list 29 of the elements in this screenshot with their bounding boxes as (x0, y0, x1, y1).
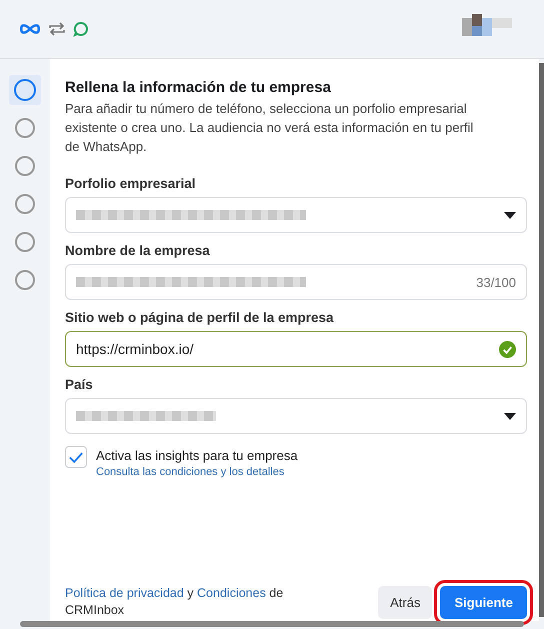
field-label: Nombre de la empresa (65, 243, 211, 258)
form-description: Para añadir tu número de teléfono, selecciona un porfolio empresarial existente o crea uno. La audiencia no verá esta información en tu perfil de WhatsApp. (65, 100, 474, 156)
caret-icon (504, 412, 516, 420)
privacy-link[interactable]: Política de privacidad (65, 586, 184, 600)
dropdown-field[interactable] (65, 197, 527, 233)
field-label: País (65, 377, 94, 392)
character-counter: 33/100 (476, 274, 516, 290)
swap-arrows-icon (48, 21, 66, 37)
next-button[interactable]: Siguiente (440, 586, 527, 618)
terms-link[interactable]: Consulta las condiciones y los detalles (96, 466, 298, 478)
legal-text: Política de privacidad y Condiciones de CRMInbox (65, 585, 284, 619)
back-button[interactable]: Atrás (378, 586, 432, 618)
infinity-logo-icon (18, 22, 42, 36)
scrollbar[interactable] (539, 63, 544, 617)
caret-icon (504, 212, 516, 218)
input-field[interactable]: https://crminbox.io/ (65, 331, 527, 367)
chat-bubble-icon (72, 20, 90, 38)
checkbox-label: Activa las insights para tu empresa (96, 448, 298, 463)
form-heading: Rellena la información de tu empresa (65, 79, 332, 96)
checkmark-icon (69, 452, 83, 462)
check-circle-icon (499, 340, 516, 358)
terms-link[interactable]: Condiciones (197, 586, 266, 600)
dropdown-field[interactable] (65, 398, 527, 434)
checkbox[interactable] (65, 446, 87, 468)
field-label: Sitio web o página de perfil de la empresa (65, 310, 335, 325)
step-indicator[interactable] (9, 75, 41, 105)
input-field[interactable]: 33/100 (65, 264, 527, 300)
scrollbar[interactable] (20, 621, 524, 627)
field-label: Porfolio empresarial (65, 176, 197, 191)
